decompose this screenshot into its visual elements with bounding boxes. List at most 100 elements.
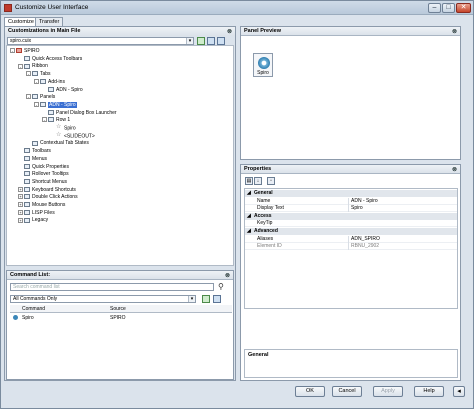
spiro-command-icon: [13, 315, 18, 320]
command-search-input[interactable]: Search command list: [10, 283, 214, 291]
cui-window: Customize User Interface – □ ✕ Customize…: [0, 0, 474, 409]
property-row[interactable]: Aliases ADN_SPIRO: [245, 235, 457, 243]
collapse-icon[interactable]: ⊗: [452, 28, 457, 35]
property-row[interactable]: Display Text Spiro: [245, 205, 457, 213]
node-icon: [24, 55, 30, 61]
panel-preview-header: Panel Preview ⊗: [241, 27, 460, 36]
property-row[interactable]: Element ID RBNU_2902: [245, 243, 457, 251]
categorized-icon[interactable]: ▤: [245, 177, 253, 185]
tree-node[interactable]: - Ribbon: [18, 63, 48, 70]
tree-node[interactable]: - Add-ins: [34, 79, 65, 86]
node-icon: [40, 102, 46, 108]
node-icon: [24, 186, 30, 192]
tree-node[interactable]: Quick Properties: [18, 164, 69, 171]
property-value[interactable]: Spiro: [348, 205, 456, 213]
command-table-header: Command Source: [10, 305, 232, 313]
collapse-icon[interactable]: ⊗: [227, 28, 232, 35]
collapse-icon[interactable]: ⊗: [452, 166, 457, 173]
property-category[interactable]: ◢ General: [245, 190, 457, 197]
customizations-title: Customizations in Main File: [8, 28, 81, 34]
column-command[interactable]: Command: [22, 306, 45, 312]
tree-node[interactable]: - Tabs: [26, 71, 51, 78]
tree-node[interactable]: + Keyboard Shortcuts: [18, 187, 76, 194]
tree-node-label: Spiro: [64, 125, 76, 132]
expand-node-icon[interactable]: +: [18, 209, 23, 215]
tree-node[interactable]: Toolbars: [18, 148, 51, 155]
tree-node[interactable]: + Double Click Actions: [18, 194, 78, 201]
help-button[interactable]: Help: [414, 386, 444, 397]
collapse-node-icon[interactable]: -: [26, 94, 31, 100]
property-value[interactable]: ADN - Spiro: [348, 197, 456, 205]
preview-spiro-button[interactable]: Spiro: [253, 53, 273, 77]
command-list-title: Command List:: [10, 272, 51, 278]
new-command-icon[interactable]: [202, 295, 210, 303]
tab-transfer[interactable]: Transfer: [35, 17, 64, 26]
load-partial-icon[interactable]: [217, 37, 225, 45]
save-icon[interactable]: [207, 37, 215, 45]
tree-node[interactable]: - SPIRO: [10, 48, 40, 55]
maximize-button[interactable]: □: [442, 3, 455, 13]
collapse-category-icon[interactable]: ◢: [247, 213, 251, 220]
window-title: Customize User Interface: [15, 4, 89, 11]
property-pages-icon[interactable]: ▫: [267, 177, 275, 185]
node-icon: [48, 86, 54, 92]
command-list-header: Command List: ⊗: [7, 271, 233, 280]
collapse-node-icon[interactable]: -: [42, 117, 47, 123]
minimize-button[interactable]: –: [428, 3, 441, 13]
spiro-disc-icon: [258, 57, 270, 69]
customizations-tree[interactable]: - SPIRO Quick Access Toolbars - Ribbon - Tabs -…: [6, 45, 234, 266]
tree-node[interactable]: Panel Dialog Box Launcher: [42, 110, 117, 117]
tree-node[interactable]: - ADN - Spiro: [34, 101, 77, 109]
tree-node[interactable]: - Panels: [26, 94, 55, 101]
property-category[interactable]: ◢ Advanced: [245, 228, 457, 235]
collapse-node-icon[interactable]: -: [34, 102, 39, 108]
sort-az-icon[interactable]: ↓: [254, 177, 262, 185]
command-filter-select[interactable]: All Commands Only ▾: [10, 295, 196, 303]
tree-node-label: Tabs: [40, 71, 51, 78]
open-file-icon[interactable]: [197, 37, 205, 45]
tree-node[interactable]: Menus: [18, 156, 47, 163]
tree-node-label: Ribbon: [32, 63, 48, 70]
collapse-category-icon[interactable]: ◢: [247, 228, 251, 235]
expand-node-icon[interactable]: +: [18, 217, 23, 223]
property-category[interactable]: ◢ Access: [245, 212, 457, 220]
table-row[interactable]: Spiro SPIRO: [10, 314, 232, 322]
tree-node[interactable]: Shortcut Menus: [18, 179, 67, 186]
tree-node[interactable]: ADN - Spiro: [42, 87, 83, 94]
column-source[interactable]: Source: [110, 306, 126, 312]
tree-node[interactable]: + LISP Files: [18, 210, 55, 217]
collapse-icon[interactable]: ⊗: [225, 272, 230, 279]
tree-node[interactable]: Quick Access Toolbars: [18, 56, 82, 63]
property-value[interactable]: ADN_SPIRO: [348, 235, 456, 243]
panel-preview-title: Panel Preview: [244, 28, 281, 34]
property-grid[interactable]: ◢ General Name ADN - Spiro Display Text Spiro…: [244, 188, 458, 309]
collapse-node-icon[interactable]: -: [26, 71, 31, 77]
tree-node[interactable]: + Legacy: [18, 217, 48, 224]
tree-node[interactable]: Rollover Tooltips: [18, 171, 69, 178]
collapse-node-icon[interactable]: -: [18, 63, 23, 69]
collapse-category-icon[interactable]: ◢: [247, 190, 251, 197]
property-row[interactable]: Name ADN - Spiro: [245, 197, 457, 205]
cancel-button[interactable]: Cancel: [332, 386, 362, 397]
property-name: Aliases: [257, 235, 274, 242]
ok-button[interactable]: OK: [295, 386, 325, 397]
collapse-node-icon[interactable]: -: [34, 78, 39, 84]
expand-node-icon[interactable]: +: [18, 186, 23, 192]
collapse-node-icon[interactable]: -: [10, 48, 15, 54]
file-select[interactable]: spiro.cuix ▾: [7, 37, 194, 45]
tree-node-label: Quick Properties: [32, 163, 69, 170]
close-button[interactable]: ✕: [456, 3, 471, 13]
star-icon: ☆: [56, 131, 62, 138]
expand-node-icon[interactable]: +: [18, 194, 23, 200]
info-icon[interactable]: ◂: [453, 386, 465, 397]
search-icon[interactable]: ⚲: [218, 282, 224, 291]
tree-node[interactable]: ☆ <SLIDEOUT>: [50, 131, 95, 140]
expand-node-icon[interactable]: +: [18, 202, 23, 208]
tree-node[interactable]: ☆ Spiro: [50, 124, 76, 132]
tree-node-label: Panels: [40, 94, 56, 101]
tree-node[interactable]: Contextual Tab States: [26, 140, 89, 147]
tree-node[interactable]: + Mouse Buttons: [18, 202, 65, 209]
apply-button[interactable]: Apply: [373, 386, 403, 397]
command-options-icon[interactable]: [213, 295, 221, 303]
property-row[interactable]: KeyTip: [245, 220, 457, 228]
